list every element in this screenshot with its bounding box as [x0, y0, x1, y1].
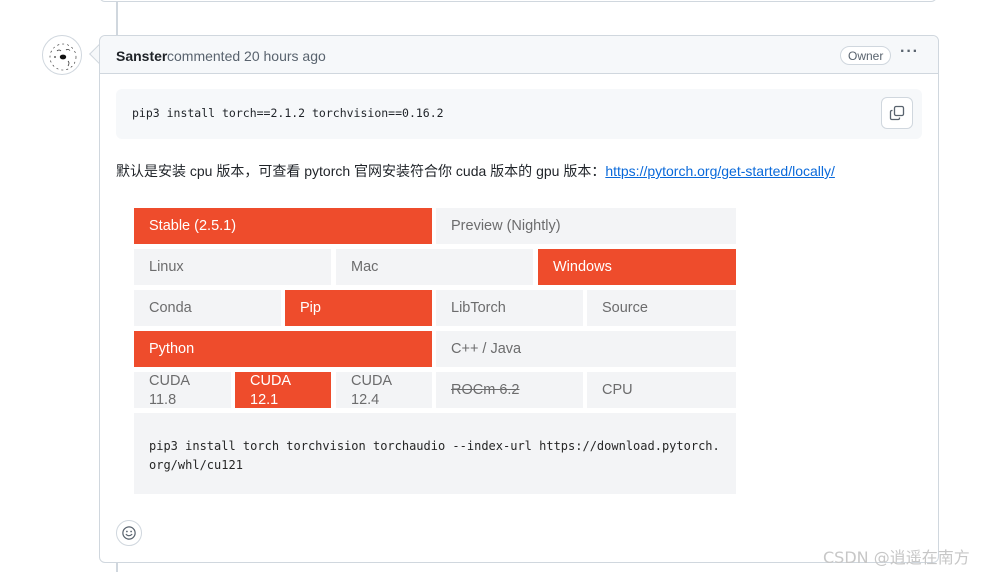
pytorch-link[interactable]: https://pytorch.org/get-started/locally/ — [605, 163, 835, 179]
comment-timestamp[interactable]: commented 20 hours ago — [167, 48, 326, 64]
option-mac[interactable]: Mac — [336, 249, 533, 285]
option-conda[interactable]: Conda — [134, 290, 281, 326]
option-label: CUDA — [250, 373, 292, 389]
smiley-icon — [122, 526, 136, 540]
option-version: 12.4 — [351, 392, 380, 408]
comment-paragraph: 默认是安装 cpu 版本，可查看 pytorch 官网安装符合你 cuda 版本… — [116, 161, 835, 181]
option-cuda-124[interactable]: CUDA 12.4 — [336, 372, 432, 408]
previous-comment-edge — [99, 0, 937, 2]
option-cpu[interactable]: CPU — [587, 372, 736, 408]
add-reaction-button[interactable] — [116, 520, 142, 546]
comment-header: Sanster commented 20 hours ago Owner ··· — [100, 36, 938, 74]
kebab-horizontal-icon[interactable]: ··· — [900, 43, 919, 61]
option-libtorch[interactable]: LibTorch — [436, 290, 583, 326]
option-label: CUDA — [351, 373, 393, 389]
comment-card: Sanster commented 20 hours ago Owner ···… — [99, 35, 939, 563]
option-version: 11.8 — [149, 392, 177, 408]
option-source[interactable]: Source — [587, 290, 736, 326]
option-label: CUDA — [149, 373, 191, 389]
pytorch-install-selector: Stable (2.5.1) Preview (Nightly) Linux M… — [134, 208, 736, 494]
command-line-2: org/whl/cu121 — [149, 458, 243, 472]
option-cuda-121[interactable]: CUDA 12.1 — [235, 372, 331, 408]
code-block: pip3 install torch==2.1.2 torchvision==0… — [116, 89, 922, 139]
owner-badge: Owner — [840, 46, 892, 65]
copy-icon — [889, 105, 905, 121]
option-cpp-java[interactable]: C++ / Java — [436, 331, 736, 367]
option-label: ROCm 6.2 — [451, 382, 520, 398]
option-version: 12.1 — [250, 392, 279, 408]
paragraph-text: 默认是安装 cpu 版本，可查看 pytorch 官网安装符合你 cuda 版本… — [116, 163, 606, 179]
option-rocm[interactable]: ROCm 6.2 — [436, 372, 583, 408]
command-line-1: pip3 install torch torchvision torchaudi… — [149, 439, 720, 453]
avatar-image — [49, 43, 77, 71]
option-preview[interactable]: Preview (Nightly) — [436, 208, 736, 244]
option-windows[interactable]: Windows — [538, 249, 736, 285]
author-name[interactable]: Sanster — [116, 48, 167, 64]
timeline-line — [116, 2, 118, 36]
option-linux[interactable]: Linux — [134, 249, 331, 285]
timeline-line — [116, 562, 118, 572]
copy-button[interactable] — [881, 97, 913, 129]
code-text: pip3 install torch==2.1.2 torchvision==0… — [132, 106, 444, 120]
option-cuda-118[interactable]: CUDA 11.8 — [134, 372, 231, 408]
option-python[interactable]: Python — [134, 331, 432, 367]
install-command-box: pip3 install torch torchvision torchaudi… — [134, 413, 736, 494]
option-stable[interactable]: Stable (2.5.1) — [134, 208, 432, 244]
avatar[interactable] — [42, 35, 82, 75]
install-command[interactable]: pip3 install torch torchvision torchaudi… — [149, 437, 720, 475]
option-pip[interactable]: Pip — [285, 290, 432, 326]
watermark: CSDN @逍遥在南方 — [823, 548, 970, 567]
